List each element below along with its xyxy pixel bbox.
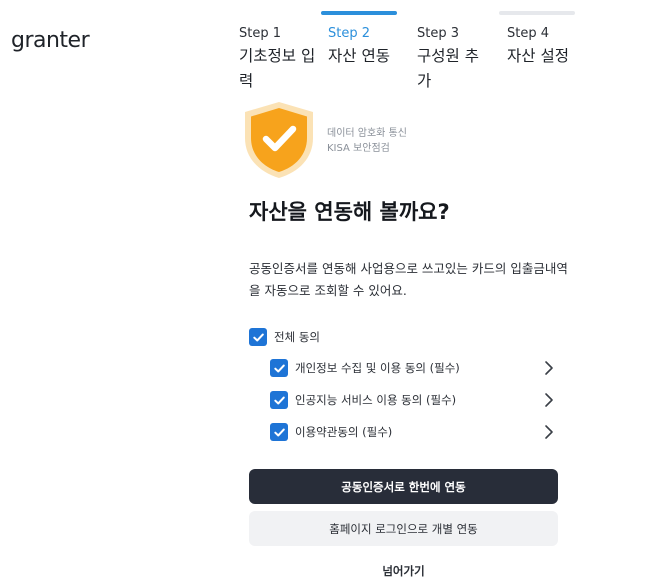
step-progress: Step 1 기초정보 입력 Step 2 자산 연동 Step 3 구성원 추… — [0, 0, 658, 100]
agreement-ai-checkbox[interactable] — [270, 391, 288, 409]
security-line-2: KISA 보안점검 — [327, 143, 390, 154]
checkmark-icon — [273, 364, 285, 372]
step-4-number: Step 4 — [507, 26, 550, 41]
checkmark-icon — [252, 333, 264, 341]
agreement-item-terms[interactable]: 이용약관동의 (필수) — [270, 421, 392, 443]
step-2-number: Step 2 — [328, 26, 371, 41]
checkmark-icon — [273, 428, 285, 436]
security-badge-text: 데이터 암호화 통신 KISA 보안점검 — [327, 126, 407, 156]
step-3-name: 구성원 추가 — [417, 47, 479, 90]
step-3-bar — [417, 11, 493, 15]
agreement-item-ai[interactable]: 인공지능 서비스 이용 동의 (필수) — [270, 389, 456, 411]
step-4-name: 자산 설정 — [507, 47, 569, 65]
shield-check-icon — [243, 100, 315, 180]
chevron-right-icon[interactable] — [543, 392, 555, 408]
agree-all-row[interactable]: 전체 동의 — [249, 326, 320, 348]
chevron-right-icon[interactable] — [543, 360, 555, 376]
skip-link[interactable]: 넘어가기 — [249, 563, 558, 579]
page-title: 자산을 연동해 볼까요? — [249, 200, 450, 224]
step-3-number: Step 3 — [417, 26, 460, 41]
certificate-connect-button[interactable]: 공동인증서로 한번에 연동 — [249, 469, 558, 504]
security-line-1: 데이터 암호화 통신 — [327, 128, 407, 139]
agreement-ai-label: 인공지능 서비스 이용 동의 (필수) — [295, 393, 457, 407]
agreement-privacy-label: 개인정보 수집 및 이용 동의 (필수) — [295, 361, 460, 375]
checkmark-icon — [273, 396, 285, 404]
chevron-right-icon[interactable] — [543, 424, 555, 440]
step-1-name: 기초정보 입력 — [239, 47, 316, 90]
agreement-terms-checkbox[interactable] — [270, 423, 288, 441]
step-1-number: Step 1 — [239, 26, 282, 41]
agree-all-label: 전체 동의 — [274, 330, 320, 344]
agreement-item-privacy[interactable]: 개인정보 수집 및 이용 동의 (필수) — [270, 357, 460, 379]
agree-all-checkbox[interactable] — [249, 328, 267, 346]
step-2-bar — [321, 11, 397, 15]
homepage-login-connect-button[interactable]: 홈페이지 로그인으로 개별 연동 — [249, 511, 558, 546]
agreement-terms-label: 이용약관동의 (필수) — [295, 425, 393, 439]
page-description: 공동인증서를 연동해 사업용으로 쓰고있는 카드의 입출금내역을 자동으로 조회… — [249, 261, 568, 298]
agreement-privacy-checkbox[interactable] — [270, 359, 288, 377]
step-4-bar — [499, 11, 575, 15]
step-1-bar — [239, 11, 315, 15]
step-2-name: 자산 연동 — [328, 47, 390, 65]
